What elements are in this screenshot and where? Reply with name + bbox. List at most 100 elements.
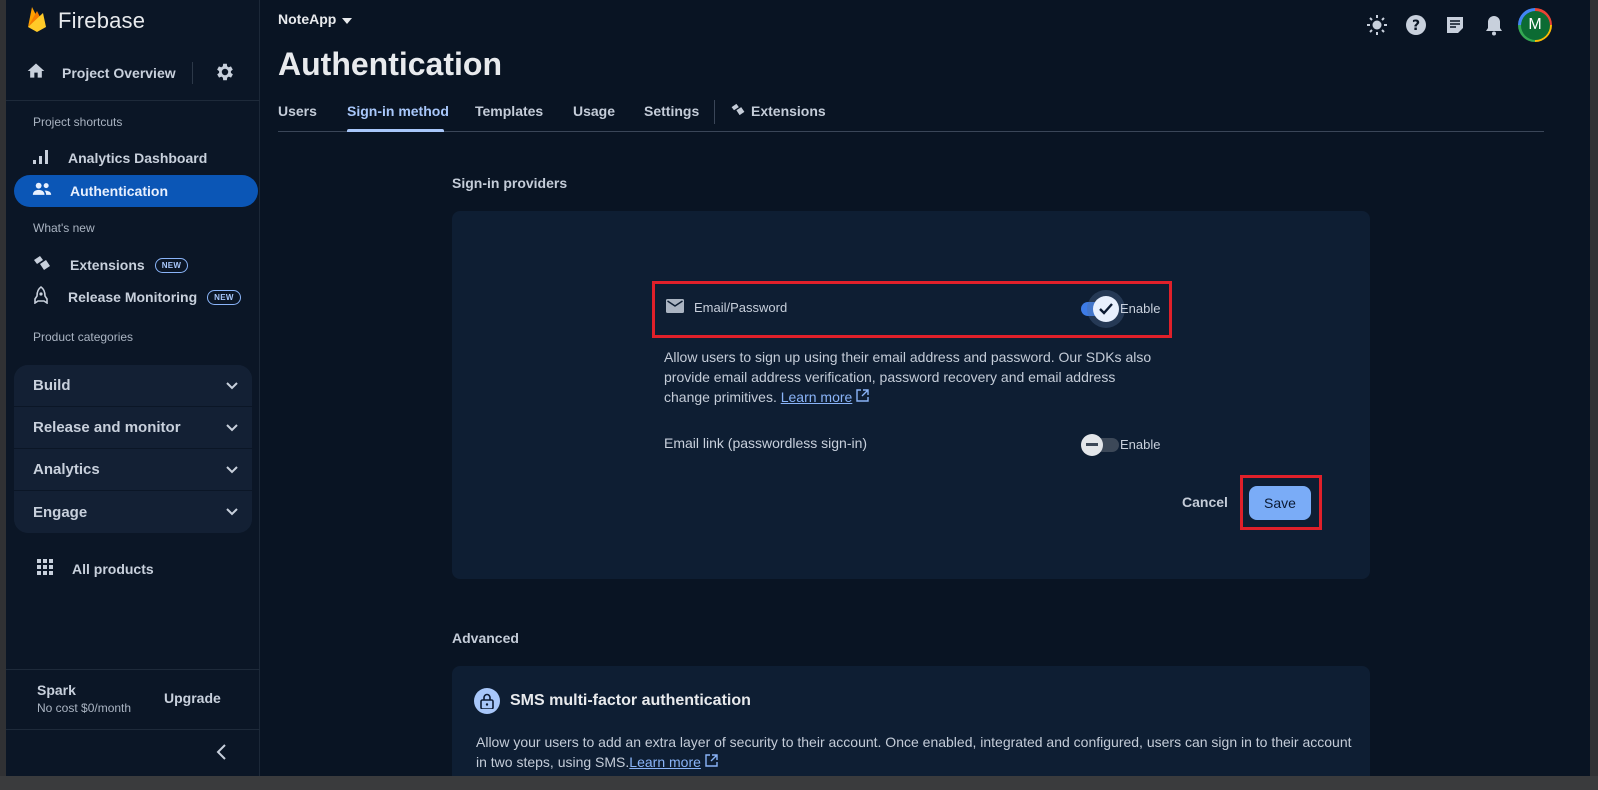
- app-frame: Firebase Project Overview Project shortc…: [6, 0, 1590, 776]
- product-categories: Build Release and monitor Analytics Enga…: [14, 365, 252, 533]
- bar-chart-icon: [32, 147, 50, 170]
- project-name: NoteApp: [278, 11, 337, 27]
- sms-mfa-title: SMS multi-factor authentication: [510, 692, 751, 709]
- tab-usage[interactable]: Usage: [573, 103, 615, 119]
- category-release-and-monitor[interactable]: Release and monitor: [14, 407, 252, 449]
- help-icon[interactable]: ?: [1405, 14, 1427, 36]
- enable-label: Enable: [1120, 437, 1161, 452]
- sms-mfa-description: Allow your users to add an extra layer o…: [476, 732, 1356, 772]
- avatar[interactable]: M: [1518, 8, 1552, 42]
- divider: [192, 62, 193, 84]
- external-link-icon: [856, 389, 869, 405]
- chevron-down-icon: [226, 503, 238, 521]
- new-badge: NEW: [207, 289, 241, 305]
- category-build[interactable]: Build: [14, 365, 252, 407]
- sidebar-item-label: Authentication: [70, 183, 168, 199]
- email-envelope-icon: [666, 299, 684, 316]
- whats-new-label: What's new: [33, 221, 95, 235]
- all-products-label: All products: [72, 561, 154, 577]
- product-categories-label: Product categories: [33, 330, 134, 344]
- sidebar-item-analytics-dashboard[interactable]: Analytics Dashboard: [14, 142, 258, 174]
- sms-mfa-title-row: SMS multi-factor authentication: [474, 688, 751, 714]
- people-icon: [32, 181, 52, 202]
- extensions-icon: [730, 102, 746, 120]
- tab-extensions[interactable]: Extensions: [730, 102, 826, 120]
- learn-more-link[interactable]: Learn more: [781, 389, 853, 405]
- new-badge: NEW: [154, 257, 189, 273]
- extensions-icon: [32, 254, 52, 277]
- tab-templates[interactable]: Templates: [475, 103, 543, 119]
- rocket-icon: [32, 285, 50, 309]
- svg-text:?: ?: [1412, 18, 1420, 34]
- tab-label: Extensions: [751, 103, 826, 119]
- sidebar-item-extensions[interactable]: Extensions NEW: [14, 249, 258, 281]
- window-bottom-edge: [0, 776, 1598, 790]
- sidebar-item-release-monitoring[interactable]: Release Monitoring NEW: [14, 281, 258, 313]
- tab-bar: Users Sign-in method Templates Usage Set…: [278, 98, 1544, 132]
- plan-info: Spark No cost $0/month: [37, 682, 131, 715]
- sidebar-item-label: Analytics Dashboard: [68, 150, 208, 166]
- email-password-description: Allow users to sign up using their email…: [664, 347, 1164, 407]
- all-products-link[interactable]: All products: [36, 556, 154, 582]
- plan-name: Spark: [37, 682, 76, 698]
- divider: [6, 669, 260, 670]
- email-password-enable-toggle[interactable]: [1081, 296, 1119, 322]
- external-link-icon: [705, 754, 718, 770]
- caret-down-icon: [342, 11, 353, 27]
- avatar-letter: M: [1520, 10, 1550, 40]
- tab-users[interactable]: Users: [278, 103, 317, 119]
- category-label: Engage: [33, 503, 88, 521]
- top-toolbar: ? M: [1366, 8, 1552, 42]
- advanced-heading: Advanced: [452, 630, 519, 646]
- divider: [714, 100, 715, 124]
- minus-icon: [1081, 434, 1103, 456]
- learn-more-label: Learn more: [780, 389, 853, 405]
- category-label: Release and monitor: [33, 419, 181, 436]
- description-text: Allow users to sign up using their email…: [664, 349, 1152, 405]
- notifications-bell-icon[interactable]: [1483, 14, 1505, 36]
- theme-sun-icon[interactable]: [1366, 14, 1388, 36]
- project-selector[interactable]: NoteApp: [278, 11, 353, 27]
- plan-cost: No cost $0/month: [37, 701, 132, 715]
- chevron-down-icon: [226, 377, 238, 395]
- page-title: Authentication: [278, 46, 502, 82]
- collapse-sidebar-chevron-left-icon[interactable]: [212, 742, 232, 767]
- chevron-down-icon: [226, 461, 238, 479]
- learn-more-label: Learn more: [629, 754, 701, 770]
- category-engage[interactable]: Engage: [14, 491, 252, 533]
- chevron-down-icon: [226, 419, 238, 437]
- category-label: Analytics: [33, 461, 100, 478]
- check-icon: [1093, 296, 1119, 322]
- sidebar-item-label: Extensions: [70, 257, 145, 273]
- category-analytics[interactable]: Analytics: [14, 449, 252, 491]
- email-link-provider: Email link (passwordless sign-in): [664, 435, 867, 451]
- brand[interactable]: Firebase: [26, 6, 145, 36]
- project-overview-label: Project Overview: [62, 65, 176, 81]
- release-notes-icon[interactable]: [1444, 14, 1466, 36]
- email-link-label: Email link (passwordless sign-in): [664, 435, 868, 451]
- brand-name: Firebase: [58, 8, 146, 33]
- divider: [6, 100, 260, 101]
- project-overview-link[interactable]: Project Overview: [26, 58, 246, 88]
- learn-more-link[interactable]: Learn more: [629, 754, 701, 770]
- tab-settings[interactable]: Settings: [644, 103, 699, 119]
- save-button[interactable]: Save: [1249, 486, 1311, 520]
- description-text: Allow your users to add an extra layer o…: [476, 734, 1352, 770]
- home-icon: [26, 61, 46, 86]
- tab-sign-in-method[interactable]: Sign-in method: [347, 103, 449, 119]
- divider: [6, 729, 260, 730]
- firebase-logo-icon: [26, 5, 48, 38]
- shortcuts-label: Project shortcuts: [33, 115, 123, 129]
- sidebar: Firebase Project Overview Project shortc…: [6, 0, 260, 776]
- sign-in-providers-heading: Sign-in providers: [452, 175, 568, 191]
- grid-icon: [36, 558, 54, 581]
- lock-icon: [474, 688, 500, 714]
- category-label: Build: [33, 377, 71, 394]
- gear-icon[interactable]: [214, 61, 236, 88]
- email-password-label: Email/Password: [694, 300, 788, 315]
- email-link-enable-toggle[interactable]: [1081, 434, 1119, 456]
- upgrade-button[interactable]: Upgrade: [164, 690, 221, 706]
- sidebar-item-authentication[interactable]: Authentication: [14, 175, 258, 207]
- sidebar-item-label: Release Monitoring: [68, 289, 198, 305]
- cancel-button[interactable]: Cancel: [1182, 494, 1228, 510]
